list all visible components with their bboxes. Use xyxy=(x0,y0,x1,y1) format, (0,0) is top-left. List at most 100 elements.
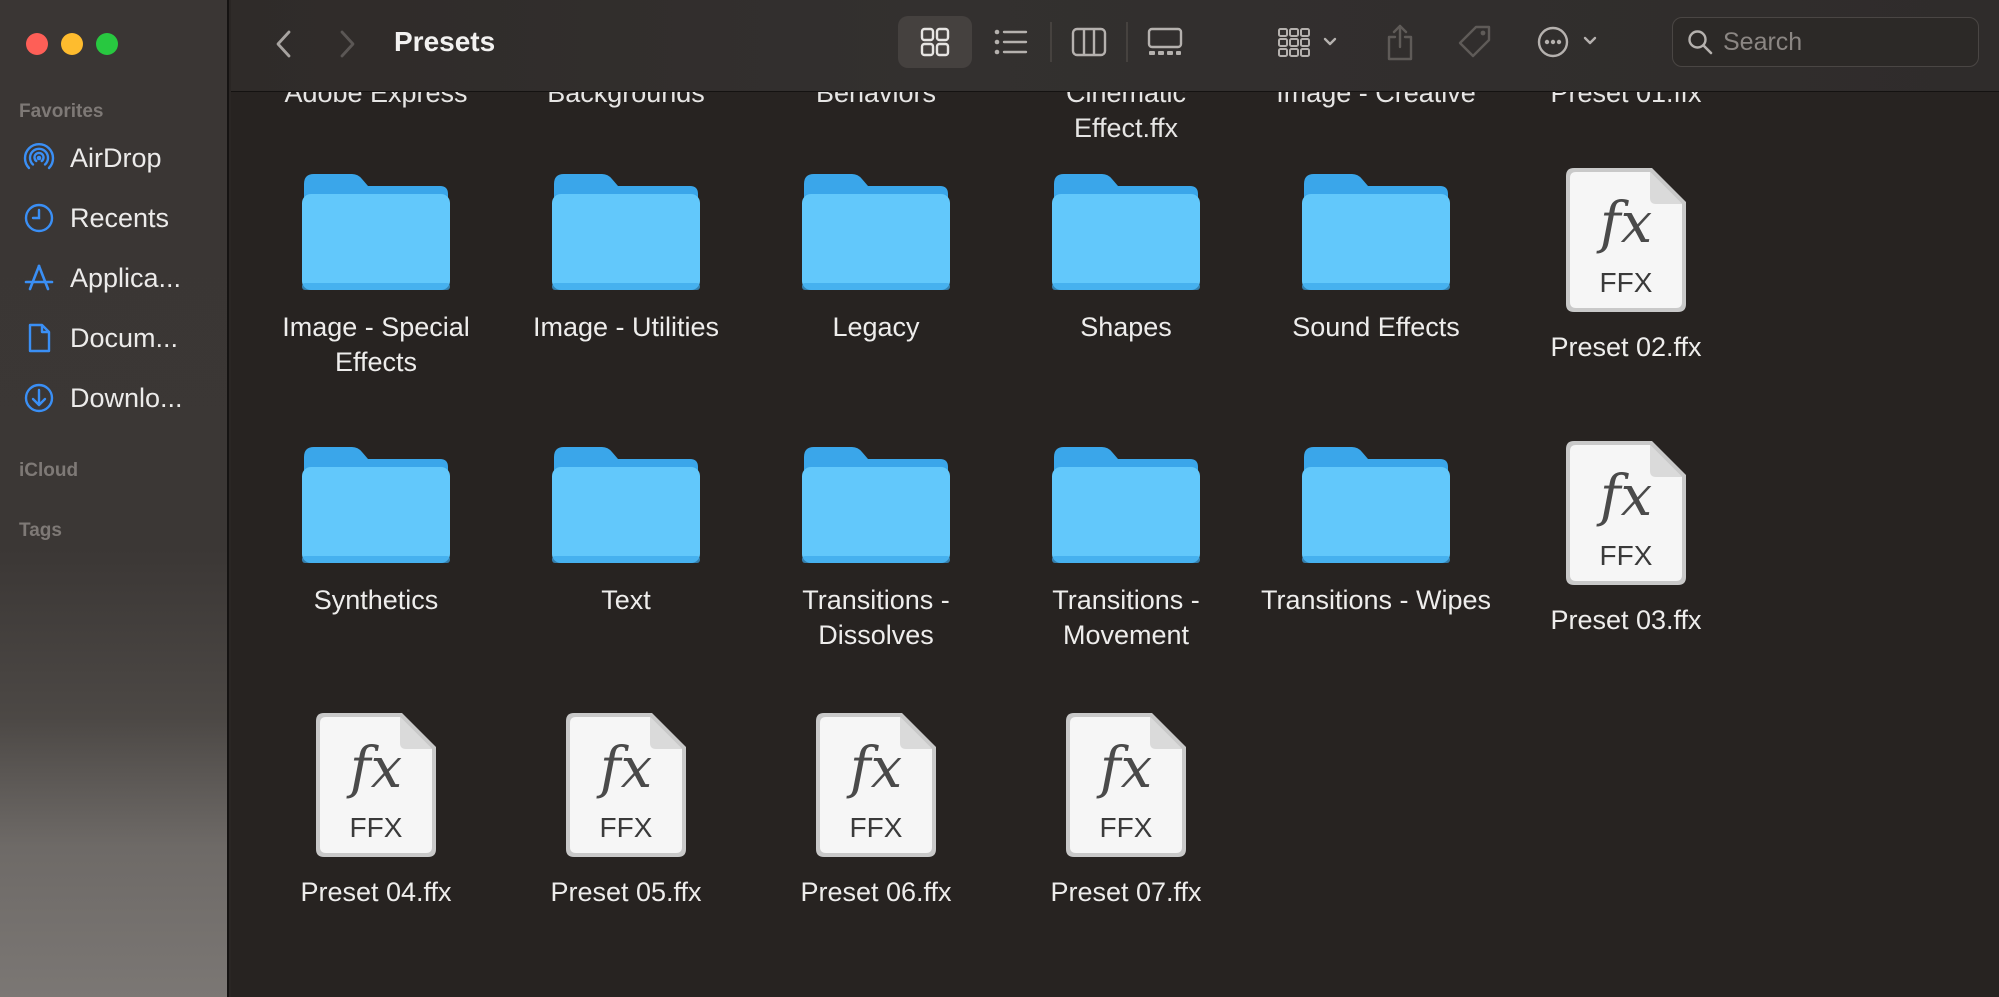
grid-item-label: Transitions - Dissolves xyxy=(802,585,950,650)
folder-icon xyxy=(1302,174,1450,290)
search-field[interactable] xyxy=(1672,17,1979,67)
gallery-icon xyxy=(1147,27,1183,55)
folder-icon xyxy=(802,447,950,563)
grid-item-label-partial[interactable]: Image - Creative xyxy=(1251,92,1501,111)
columns-icon xyxy=(1071,27,1107,57)
grid-item-label-partial[interactable]: Preset 01.ffx xyxy=(1501,92,1751,111)
ffx-file-item[interactable]: fx FFX Preset 03.ffx xyxy=(1501,437,1751,638)
gallery-view-button[interactable] xyxy=(1143,20,1187,64)
sidebar-item-downloads[interactable]: Downlo... xyxy=(22,378,222,418)
sidebar-section-favorites: Favorites xyxy=(19,101,104,122)
folder-item[interactable]: Image - Special Effects xyxy=(251,164,501,380)
column-view-button[interactable] xyxy=(1068,20,1110,64)
fx-glyph: fx xyxy=(1596,191,1652,256)
ellipsis-circle-icon xyxy=(1537,26,1597,58)
ffx-file-icon: fx FFX xyxy=(1066,713,1186,857)
folder-item[interactable]: Transitions - Dissolves xyxy=(751,437,1001,653)
forward-button[interactable] xyxy=(333,24,363,64)
folder-item[interactable]: Image - Utilities xyxy=(501,164,751,345)
grid-item-label: Preset 05.ffx xyxy=(550,877,702,907)
sidebar: Favorites AirDrop Recents Applica... Doc… xyxy=(0,0,229,997)
clock-icon xyxy=(24,203,54,233)
folder-icon xyxy=(1052,447,1200,563)
toolbar-divider xyxy=(1126,22,1128,62)
folder-icon xyxy=(802,174,950,290)
share-button[interactable] xyxy=(1380,18,1420,66)
close-window-button[interactable] xyxy=(26,33,48,55)
ffx-ext-label: FFX xyxy=(1100,812,1153,843)
sidebar-item-label: AirDrop xyxy=(70,142,162,173)
ffx-file-icon: fx FFX xyxy=(1566,441,1686,585)
document-icon xyxy=(28,323,51,353)
share-icon xyxy=(1387,24,1413,61)
ffx-file-icon: fx FFX xyxy=(316,713,436,857)
sidebar-item-label: Downlo... xyxy=(70,382,183,413)
sidebar-item-label: Recents xyxy=(70,202,170,233)
grid-item-label: Preset 03.ffx xyxy=(1550,605,1702,635)
fx-glyph: fx xyxy=(596,736,652,801)
folder-icon xyxy=(1302,447,1450,563)
folder-item[interactable]: Sound Effects xyxy=(1251,164,1501,345)
zoom-window-button[interactable] xyxy=(96,33,118,55)
ffx-file-item[interactable]: fx FFX Preset 04.ffx xyxy=(251,709,501,910)
applications-icon xyxy=(24,264,54,291)
grid-item-label-partial[interactable]: Cinematic Effect.ffx xyxy=(1001,92,1251,146)
folder-item[interactable]: Transitions - Movement xyxy=(1001,437,1251,653)
sidebar-section-icloud[interactable]: iCloud xyxy=(19,460,78,482)
search-input[interactable] xyxy=(1723,27,1953,57)
finder-window: Favorites AirDrop Recents Applica... Doc… xyxy=(0,0,1999,997)
list-icon xyxy=(994,29,1028,55)
folder-icon xyxy=(552,174,700,290)
grid-item-label: Preset 02.ffx xyxy=(1550,332,1702,362)
folder-item[interactable]: Synthetics xyxy=(251,437,501,618)
grid-item-label: Preset 06.ffx xyxy=(800,877,952,907)
folder-icon xyxy=(1052,174,1200,290)
grid-item-label: Synthetics xyxy=(313,585,439,615)
fx-glyph: fx xyxy=(1096,736,1152,801)
sidebar-item-recents[interactable]: Recents xyxy=(22,198,222,238)
folder-item[interactable]: Transitions - Wipes xyxy=(1251,437,1501,618)
sidebar-section-tags[interactable]: Tags xyxy=(19,520,62,542)
icon-view-button[interactable] xyxy=(898,16,972,68)
ffx-ext-label: FFX xyxy=(600,812,653,843)
window-title: Presets xyxy=(394,26,496,57)
ffx-file-icon: fx FFX xyxy=(566,713,686,857)
ffx-ext-label: FFX xyxy=(850,812,903,843)
search-icon xyxy=(1688,30,1713,55)
ffx-file-icon: fx FFX xyxy=(1566,168,1686,312)
grid-item-label: Transitions - Movement xyxy=(1052,585,1200,650)
grid-item-label-partial[interactable]: Backgrounds xyxy=(501,92,751,111)
airdrop-icon xyxy=(23,143,55,170)
fx-glyph: fx xyxy=(846,736,902,801)
ffx-file-item[interactable]: fx FFX Preset 06.ffx xyxy=(751,709,1001,910)
fx-glyph: fx xyxy=(346,736,402,801)
chevron-left-icon xyxy=(276,30,291,58)
grid-item-label-partial[interactable]: Adobe Express xyxy=(251,92,501,111)
toolbar-divider xyxy=(1050,22,1052,62)
grid-item-label: Legacy xyxy=(832,312,920,342)
folder-item[interactable]: Legacy xyxy=(751,164,1001,345)
minimize-window-button[interactable] xyxy=(61,33,83,55)
back-button[interactable] xyxy=(268,24,298,64)
group-by-button[interactable] xyxy=(1275,20,1347,64)
tag-icon xyxy=(1458,25,1491,58)
list-view-button[interactable] xyxy=(990,20,1032,64)
ffx-file-item[interactable]: fx FFX Preset 07.ffx xyxy=(1001,709,1251,910)
sidebar-item-airdrop[interactable]: AirDrop xyxy=(22,138,222,178)
ffx-file-icon: fx FFX xyxy=(816,713,936,857)
tag-button[interactable] xyxy=(1453,20,1497,64)
ffx-ext-label: FFX xyxy=(1600,267,1653,298)
grid-item-label-partial[interactable]: Behaviors xyxy=(751,92,1001,111)
sidebar-item-applications[interactable]: Applica... xyxy=(22,258,222,298)
sidebar-item-documents[interactable]: Docum... xyxy=(22,318,222,358)
ffx-file-item[interactable]: fx FFX Preset 05.ffx xyxy=(501,709,751,910)
folder-item[interactable]: Shapes xyxy=(1001,164,1251,345)
folder-icon xyxy=(552,447,700,563)
folder-icon xyxy=(302,174,450,290)
folder-item[interactable]: Text xyxy=(501,437,751,618)
ffx-file-item[interactable]: fx FFX Preset 02.ffx xyxy=(1501,164,1751,365)
grid-item-label: Preset 07.ffx xyxy=(1050,877,1202,907)
more-actions-button[interactable] xyxy=(1533,20,1605,64)
fx-glyph: fx xyxy=(1596,464,1652,529)
chevron-down-icon xyxy=(1583,36,1597,45)
